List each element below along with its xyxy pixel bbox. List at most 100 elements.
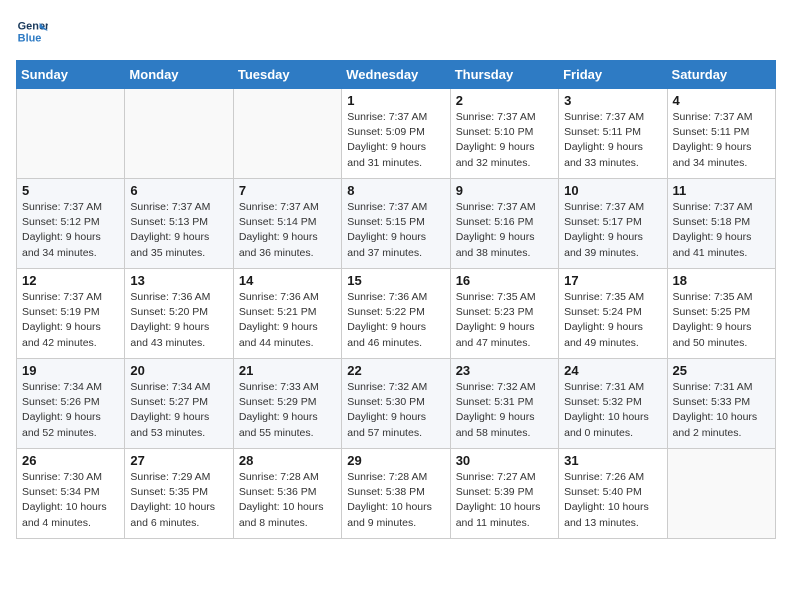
- calendar-cell: 23 Sunrise: 7:32 AM Sunset: 5:31 PM Dayli…: [450, 359, 558, 449]
- day-info: Sunrise: 7:35 AM Sunset: 5:25 PM Dayligh…: [673, 290, 770, 351]
- day-number: 16: [456, 273, 553, 288]
- day-info: Sunrise: 7:37 AM Sunset: 5:15 PM Dayligh…: [347, 200, 444, 261]
- day-number: 25: [673, 363, 770, 378]
- calendar-cell: 16 Sunrise: 7:35 AM Sunset: 5:23 PM Dayli…: [450, 269, 558, 359]
- weekday-header-wednesday: Wednesday: [342, 61, 450, 89]
- calendar-table: SundayMondayTuesdayWednesdayThursdayFrid…: [16, 60, 776, 539]
- day-number: 13: [130, 273, 227, 288]
- calendar-cell: 4 Sunrise: 7:37 AM Sunset: 5:11 PM Daylig…: [667, 89, 775, 179]
- weekday-header-monday: Monday: [125, 61, 233, 89]
- day-info: Sunrise: 7:37 AM Sunset: 5:10 PM Dayligh…: [456, 110, 553, 171]
- day-number: 14: [239, 273, 336, 288]
- weekday-header-thursday: Thursday: [450, 61, 558, 89]
- day-info: Sunrise: 7:34 AM Sunset: 5:27 PM Dayligh…: [130, 380, 227, 441]
- calendar-cell: 30Sunrise: 7:27 AM Sunset: 5:39 PM Dayli…: [450, 449, 558, 539]
- day-info: Sunrise: 7:33 AM Sunset: 5:29 PM Dayligh…: [239, 380, 336, 441]
- calendar-cell: 12 Sunrise: 7:37 AM Sunset: 5:19 PM Dayli…: [17, 269, 125, 359]
- day-number: 17: [564, 273, 661, 288]
- calendar-cell: 8 Sunrise: 7:37 AM Sunset: 5:15 PM Daylig…: [342, 179, 450, 269]
- calendar-cell: 29Sunrise: 7:28 AM Sunset: 5:38 PM Dayli…: [342, 449, 450, 539]
- calendar-cell: 31 Sunrise: 7:26 AM Sunset: 5:40 PM Dayli…: [559, 449, 667, 539]
- calendar-week-row: 26 Sunrise: 7:30 AM Sunset: 5:34 PM Dayli…: [17, 449, 776, 539]
- calendar-cell: 25 Sunrise: 7:31 AM Sunset: 5:33 PM Dayli…: [667, 359, 775, 449]
- day-info: Sunrise: 7:31 AM Sunset: 5:32 PM Dayligh…: [564, 380, 661, 441]
- day-number: 2: [456, 93, 553, 108]
- day-info: Sunrise: 7:37 AM Sunset: 5:09 PM Dayligh…: [347, 110, 444, 171]
- calendar-week-row: 12 Sunrise: 7:37 AM Sunset: 5:19 PM Dayli…: [17, 269, 776, 359]
- calendar-cell: [233, 89, 341, 179]
- weekday-header-tuesday: Tuesday: [233, 61, 341, 89]
- calendar-cell: 2 Sunrise: 7:37 AM Sunset: 5:10 PM Daylig…: [450, 89, 558, 179]
- day-number: 3: [564, 93, 661, 108]
- calendar-cell: 26 Sunrise: 7:30 AM Sunset: 5:34 PM Dayli…: [17, 449, 125, 539]
- calendar-week-row: 5Sunrise: 7:37 AM Sunset: 5:12 PM Daylig…: [17, 179, 776, 269]
- calendar-cell: 19Sunrise: 7:34 AM Sunset: 5:26 PM Dayli…: [17, 359, 125, 449]
- day-info: Sunrise: 7:37 AM Sunset: 5:11 PM Dayligh…: [673, 110, 770, 171]
- calendar-cell: 22Sunrise: 7:32 AM Sunset: 5:30 PM Dayli…: [342, 359, 450, 449]
- logo: General Blue: [16, 16, 52, 48]
- logo-icon: General Blue: [16, 16, 48, 48]
- calendar-cell: 13 Sunrise: 7:36 AM Sunset: 5:20 PM Dayli…: [125, 269, 233, 359]
- svg-text:Blue: Blue: [18, 32, 42, 44]
- day-number: 23: [456, 363, 553, 378]
- day-number: 27: [130, 453, 227, 468]
- day-info: Sunrise: 7:30 AM Sunset: 5:34 PM Dayligh…: [22, 470, 119, 531]
- day-info: Sunrise: 7:31 AM Sunset: 5:33 PM Dayligh…: [673, 380, 770, 441]
- day-info: Sunrise: 7:26 AM Sunset: 5:40 PM Dayligh…: [564, 470, 661, 531]
- day-number: 12: [22, 273, 119, 288]
- day-info: Sunrise: 7:28 AM Sunset: 5:36 PM Dayligh…: [239, 470, 336, 531]
- day-info: Sunrise: 7:37 AM Sunset: 5:11 PM Dayligh…: [564, 110, 661, 171]
- calendar-cell: [667, 449, 775, 539]
- day-info: Sunrise: 7:37 AM Sunset: 5:12 PM Dayligh…: [22, 200, 119, 261]
- day-info: Sunrise: 7:36 AM Sunset: 5:22 PM Dayligh…: [347, 290, 444, 351]
- day-info: Sunrise: 7:37 AM Sunset: 5:13 PM Dayligh…: [130, 200, 227, 261]
- calendar-cell: 15Sunrise: 7:36 AM Sunset: 5:22 PM Dayli…: [342, 269, 450, 359]
- day-info: Sunrise: 7:36 AM Sunset: 5:20 PM Dayligh…: [130, 290, 227, 351]
- day-number: 1: [347, 93, 444, 108]
- calendar-cell: 27 Sunrise: 7:29 AM Sunset: 5:35 PM Dayli…: [125, 449, 233, 539]
- day-number: 10: [564, 183, 661, 198]
- day-number: 6: [130, 183, 227, 198]
- day-number: 28: [239, 453, 336, 468]
- day-number: 7: [239, 183, 336, 198]
- weekday-header-sunday: Sunday: [17, 61, 125, 89]
- day-number: 26: [22, 453, 119, 468]
- calendar-cell: 7 Sunrise: 7:37 AM Sunset: 5:14 PM Daylig…: [233, 179, 341, 269]
- day-number: 30: [456, 453, 553, 468]
- day-info: Sunrise: 7:34 AM Sunset: 5:26 PM Dayligh…: [22, 380, 119, 441]
- svg-text:General: General: [18, 20, 48, 32]
- calendar-cell: [125, 89, 233, 179]
- day-number: 9: [456, 183, 553, 198]
- calendar-week-row: 1 Sunrise: 7:37 AM Sunset: 5:09 PM Daylig…: [17, 89, 776, 179]
- calendar-cell: 21Sunrise: 7:33 AM Sunset: 5:29 PM Dayli…: [233, 359, 341, 449]
- calendar-cell: 18 Sunrise: 7:35 AM Sunset: 5:25 PM Dayli…: [667, 269, 775, 359]
- day-info: Sunrise: 7:35 AM Sunset: 5:23 PM Dayligh…: [456, 290, 553, 351]
- day-number: 18: [673, 273, 770, 288]
- day-info: Sunrise: 7:29 AM Sunset: 5:35 PM Dayligh…: [130, 470, 227, 531]
- calendar-cell: 3 Sunrise: 7:37 AM Sunset: 5:11 PM Daylig…: [559, 89, 667, 179]
- calendar-cell: 24Sunrise: 7:31 AM Sunset: 5:32 PM Dayli…: [559, 359, 667, 449]
- calendar-cell: 20 Sunrise: 7:34 AM Sunset: 5:27 PM Dayli…: [125, 359, 233, 449]
- day-number: 22: [347, 363, 444, 378]
- day-info: Sunrise: 7:36 AM Sunset: 5:21 PM Dayligh…: [239, 290, 336, 351]
- calendar-cell: 6 Sunrise: 7:37 AM Sunset: 5:13 PM Daylig…: [125, 179, 233, 269]
- day-number: 31: [564, 453, 661, 468]
- day-number: 8: [347, 183, 444, 198]
- day-info: Sunrise: 7:37 AM Sunset: 5:16 PM Dayligh…: [456, 200, 553, 261]
- day-number: 4: [673, 93, 770, 108]
- day-info: Sunrise: 7:32 AM Sunset: 5:31 PM Dayligh…: [456, 380, 553, 441]
- calendar-cell: [17, 89, 125, 179]
- weekday-header-row: SundayMondayTuesdayWednesdayThursdayFrid…: [17, 61, 776, 89]
- day-number: 20: [130, 363, 227, 378]
- day-info: Sunrise: 7:37 AM Sunset: 5:14 PM Dayligh…: [239, 200, 336, 261]
- weekday-header-saturday: Saturday: [667, 61, 775, 89]
- weekday-header-friday: Friday: [559, 61, 667, 89]
- calendar-cell: 11Sunrise: 7:37 AM Sunset: 5:18 PM Dayli…: [667, 179, 775, 269]
- day-info: Sunrise: 7:37 AM Sunset: 5:19 PM Dayligh…: [22, 290, 119, 351]
- calendar-cell: 14 Sunrise: 7:36 AM Sunset: 5:21 PM Dayli…: [233, 269, 341, 359]
- calendar-cell: 5Sunrise: 7:37 AM Sunset: 5:12 PM Daylig…: [17, 179, 125, 269]
- calendar-header: SundayMondayTuesdayWednesdayThursdayFrid…: [17, 61, 776, 89]
- calendar-cell: 17Sunrise: 7:35 AM Sunset: 5:24 PM Dayli…: [559, 269, 667, 359]
- day-info: Sunrise: 7:37 AM Sunset: 5:18 PM Dayligh…: [673, 200, 770, 261]
- calendar-body: 1 Sunrise: 7:37 AM Sunset: 5:09 PM Daylig…: [17, 89, 776, 539]
